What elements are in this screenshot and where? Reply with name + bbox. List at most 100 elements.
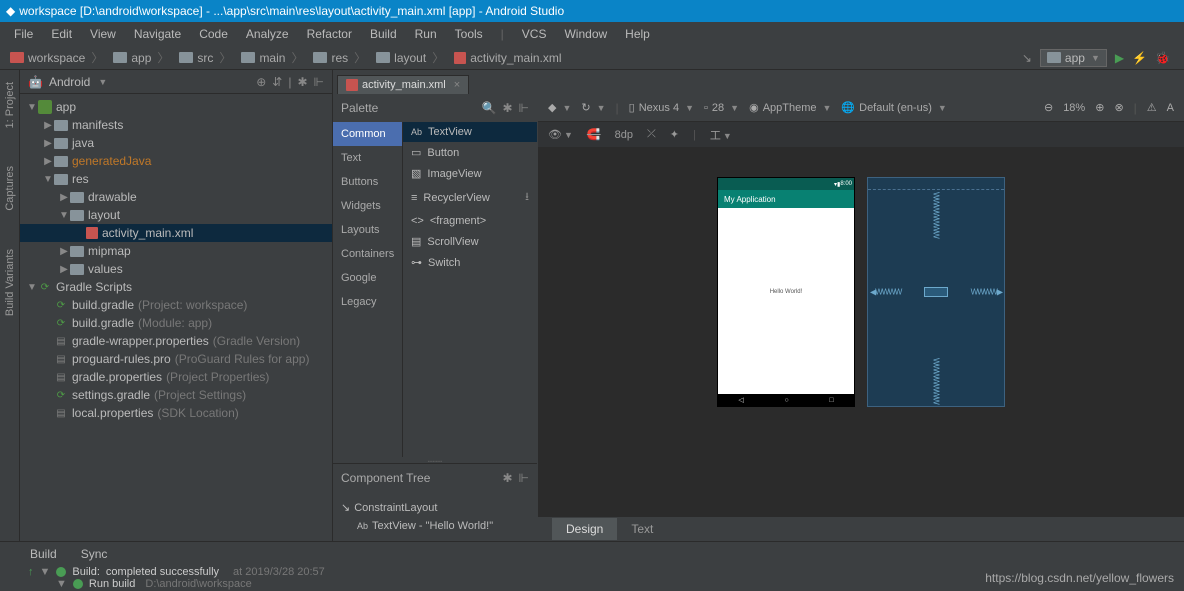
zoom-out-icon[interactable]: ⊖ bbox=[1044, 101, 1053, 114]
menu-window[interactable]: Window bbox=[556, 27, 615, 41]
crumb-res[interactable]: res bbox=[309, 49, 370, 66]
palette-cat-text[interactable]: Text bbox=[333, 146, 402, 170]
blueprint-preview[interactable]: ◀WWWW WWWW▶ WWWWWWW WWWWWWW bbox=[868, 178, 1004, 406]
android-icon: 🤖 bbox=[28, 75, 43, 89]
design-surface-selector[interactable]: ◆▼ bbox=[548, 101, 571, 114]
tool-captures[interactable]: Captures bbox=[4, 162, 16, 215]
debug-icon[interactable]: 🐞 bbox=[1155, 51, 1170, 65]
palette-items[interactable]: AbTextView ▭Button ▧ImageView ≡RecyclerV… bbox=[403, 122, 537, 457]
magnet-icon[interactable]: 🧲 bbox=[587, 128, 601, 141]
zoom-in-icon[interactable]: ⊕ bbox=[1095, 101, 1104, 114]
palette-cat-layouts[interactable]: Layouts bbox=[333, 218, 402, 242]
menu-vcs[interactable]: VCS bbox=[514, 27, 555, 41]
left-tool-strip: 1: Project Captures Build Variants bbox=[0, 70, 20, 541]
palette-item-switch[interactable]: ⊶Switch bbox=[403, 252, 537, 273]
menu-run[interactable]: Run bbox=[407, 27, 445, 41]
device-preview[interactable]: ▾▮8:00 My Application Hello World! ◁○□ bbox=[718, 178, 854, 406]
hide-icon[interactable]: ⊩ bbox=[314, 75, 324, 89]
palette-categories[interactable]: Common Text Buttons Widgets Layouts Cont… bbox=[333, 122, 403, 457]
warning-icon[interactable]: ⚠ bbox=[1147, 101, 1157, 114]
eye-icon[interactable]: 👁▼ bbox=[548, 128, 573, 141]
project-tree[interactable]: ▼app ▶manifests ▶java ▶generatedJava ▼re… bbox=[20, 94, 332, 541]
crumb-main[interactable]: main bbox=[237, 49, 307, 66]
palette-cat-legacy[interactable]: Legacy bbox=[333, 290, 402, 314]
design-canvas[interactable]: ▾▮8:00 My Application Hello World! ◁○□ ◀… bbox=[538, 148, 1184, 517]
run-config-selector[interactable]: app▼ bbox=[1040, 49, 1107, 67]
attributes-toggle[interactable]: A bbox=[1167, 102, 1174, 114]
target-icon[interactable]: ⊕ bbox=[256, 75, 266, 89]
palette-cat-containers[interactable]: Containers bbox=[333, 242, 402, 266]
default-margin[interactable]: 8dp bbox=[615, 129, 633, 141]
palette-item-fragment[interactable]: <><fragment> bbox=[403, 211, 537, 231]
crumb-file[interactable]: activity_main.xml bbox=[450, 51, 571, 65]
menu-edit[interactable]: Edit bbox=[43, 27, 80, 41]
menu-refactor[interactable]: Refactor bbox=[299, 27, 360, 41]
palette-cat-common[interactable]: Common bbox=[333, 122, 402, 146]
component-textview[interactable]: AbTextView - "Hello World!" bbox=[341, 517, 529, 535]
palette-item-textview[interactable]: AbTextView bbox=[403, 122, 537, 142]
api-selector[interactable]: ▫ 28▼ bbox=[704, 102, 739, 114]
zoom-fit-icon[interactable]: ⊗ bbox=[1114, 101, 1123, 114]
folder-icon bbox=[70, 246, 84, 257]
gear-icon[interactable]: ✱ bbox=[502, 471, 512, 485]
run-button[interactable]: ▶ bbox=[1115, 51, 1124, 65]
design-tab[interactable]: Design bbox=[552, 518, 617, 540]
crumb-app[interactable]: app bbox=[109, 49, 173, 66]
blueprint-textview[interactable] bbox=[924, 287, 948, 297]
menu-code[interactable]: Code bbox=[191, 27, 236, 41]
tool-project[interactable]: 1: Project bbox=[4, 78, 16, 132]
gear-icon[interactable]: ✱ bbox=[297, 75, 307, 89]
navigation-bar: workspace app src main res layout activi… bbox=[0, 46, 1184, 70]
palette-cat-google[interactable]: Google bbox=[333, 266, 402, 290]
text-tab[interactable]: Text bbox=[617, 518, 667, 540]
component-tree[interactable]: ↘ConstraintLayout AbTextView - "Hello Wo… bbox=[333, 492, 537, 541]
success-icon bbox=[73, 579, 83, 589]
crumb-workspace[interactable]: workspace bbox=[6, 49, 107, 66]
palette-item-button[interactable]: ▭Button bbox=[403, 142, 537, 163]
project-view-mode[interactable]: Android bbox=[49, 75, 90, 89]
up-arrow-icon[interactable]: ↑ bbox=[28, 566, 34, 578]
device-selector[interactable]: ▯ Nexus 4▼ bbox=[629, 101, 694, 114]
crumb-layout[interactable]: layout bbox=[372, 49, 448, 66]
palette-cat-buttons[interactable]: Buttons bbox=[333, 170, 402, 194]
search-icon[interactable]: 🔍 bbox=[482, 101, 497, 115]
menu-file[interactable]: File bbox=[6, 27, 41, 41]
collapse-icon[interactable]: ⇵ bbox=[272, 75, 282, 89]
apply-changes-icon[interactable]: ⚡ bbox=[1132, 51, 1147, 65]
make-project-icon[interactable]: ↘ bbox=[1022, 51, 1032, 65]
palette-item-recyclerview[interactable]: ≡RecyclerView⭳ bbox=[403, 184, 537, 211]
menu-analyze[interactable]: Analyze bbox=[238, 27, 297, 41]
orientation-selector[interactable]: ↻▼ bbox=[581, 101, 605, 114]
editor-tab-activity-main[interactable]: activity_main.xml × bbox=[337, 75, 469, 94]
clear-constraints-icon[interactable]: ⤫ bbox=[647, 128, 656, 141]
theme-selector[interactable]: ◉ AppTheme▼ bbox=[749, 101, 831, 114]
tool-build-variants[interactable]: Build Variants bbox=[4, 245, 16, 320]
menu-view[interactable]: View bbox=[82, 27, 124, 41]
menu-build[interactable]: Build bbox=[362, 27, 405, 41]
properties-icon: ▤ bbox=[54, 334, 68, 348]
component-constraintlayout[interactable]: ↘ConstraintLayout bbox=[341, 498, 529, 517]
bottom-tab-sync[interactable]: Sync bbox=[71, 544, 118, 564]
design-subtoolbar: 👁▼ 🧲 8dp ⤫ ✦ | 工▼ bbox=[538, 122, 1184, 148]
bottom-tab-build[interactable]: Build bbox=[20, 544, 67, 564]
menu-help[interactable]: Help bbox=[617, 27, 658, 41]
crumb-src[interactable]: src bbox=[175, 49, 235, 66]
folder-icon bbox=[179, 52, 193, 63]
palette-cat-widgets[interactable]: Widgets bbox=[333, 194, 402, 218]
infer-constraints-icon[interactable]: ✦ bbox=[670, 128, 679, 141]
hide-icon[interactable]: ⊩ bbox=[519, 101, 529, 115]
guidelines-icon[interactable]: 工▼ bbox=[710, 127, 732, 143]
download-icon[interactable]: ⭳ bbox=[525, 188, 529, 207]
gear-icon[interactable]: ✱ bbox=[502, 101, 512, 115]
tree-file-activity-main[interactable]: activity_main.xml bbox=[20, 224, 332, 242]
menu-tools[interactable]: Tools bbox=[447, 27, 491, 41]
module-icon bbox=[38, 100, 52, 114]
menu-navigate[interactable]: Navigate bbox=[126, 27, 189, 41]
preview-textview[interactable]: Hello World! bbox=[770, 289, 803, 295]
close-tab-icon[interactable]: × bbox=[454, 79, 460, 91]
locale-selector[interactable]: 🌐 Default (en-us)▼ bbox=[841, 101, 946, 114]
palette-item-scrollview[interactable]: ▤ScrollView bbox=[403, 231, 537, 252]
hide-icon[interactable]: ⊩ bbox=[519, 471, 529, 485]
palette-header: Palette 🔍 ✱ ⊩ bbox=[333, 94, 537, 122]
palette-item-imageview[interactable]: ▧ImageView bbox=[403, 163, 537, 184]
